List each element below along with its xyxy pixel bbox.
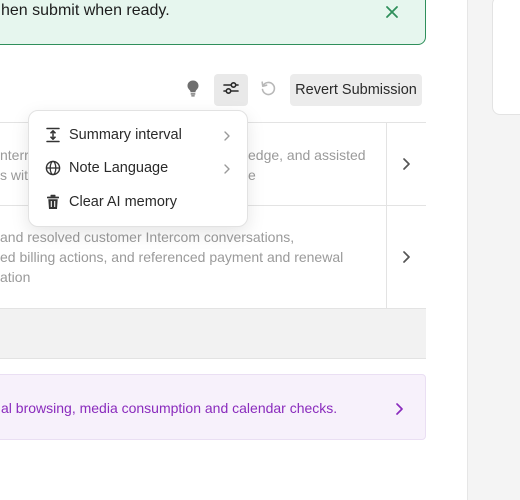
menu-item-label: Note Language [69,160,169,176]
trash-icon [45,194,61,210]
lightbulb-button[interactable] [176,74,210,106]
settings-dropdown-menu: Summary interval Note Language Clear AI … [28,110,248,227]
list-footer-band [0,309,426,359]
row-divider [386,123,387,205]
right-panel-card [492,0,520,115]
chevron-right-icon [221,162,233,174]
chevron-right-icon[interactable] [398,249,414,265]
banner-message: hen submit when ready. [1,2,170,19]
globe-icon [45,160,61,176]
menu-item-label: Clear AI memory [69,194,177,210]
success-banner: hen submit when ready. [0,0,426,45]
chevron-right-icon[interactable] [398,156,414,172]
menu-item-summary-interval[interactable]: Summary interval [29,119,247,151]
chevron-right-icon [391,401,407,417]
undo-icon [259,79,277,102]
row-text-line: ed billing actions, and referenced payme… [0,249,344,265]
row-divider [386,206,387,308]
menu-item-clear-ai-memory[interactable]: Clear AI memory [29,186,247,218]
chevron-right-icon [221,129,233,141]
filter-settings-button[interactable] [214,74,248,106]
row-text-line: and resolved customer Intercom conversat… [0,229,295,245]
row-text-line: e [248,167,256,183]
lightbulb-icon [185,79,201,102]
summary-card[interactable]: al browsing, media consumption and calen… [0,374,426,440]
revert-submission-button[interactable]: Revert Submission [290,74,422,106]
summary-card-text: al browsing, media consumption and calen… [1,400,338,416]
sliders-icon [222,80,240,101]
row-text-line: ation [0,269,31,285]
close-icon[interactable] [384,4,400,20]
row-text-line: edge, and assisted [248,147,366,163]
undo-button[interactable] [251,74,285,106]
menu-item-label: Summary interval [69,127,182,143]
vertical-interval-icon [45,127,61,143]
menu-item-note-language[interactable]: Note Language [29,152,247,184]
